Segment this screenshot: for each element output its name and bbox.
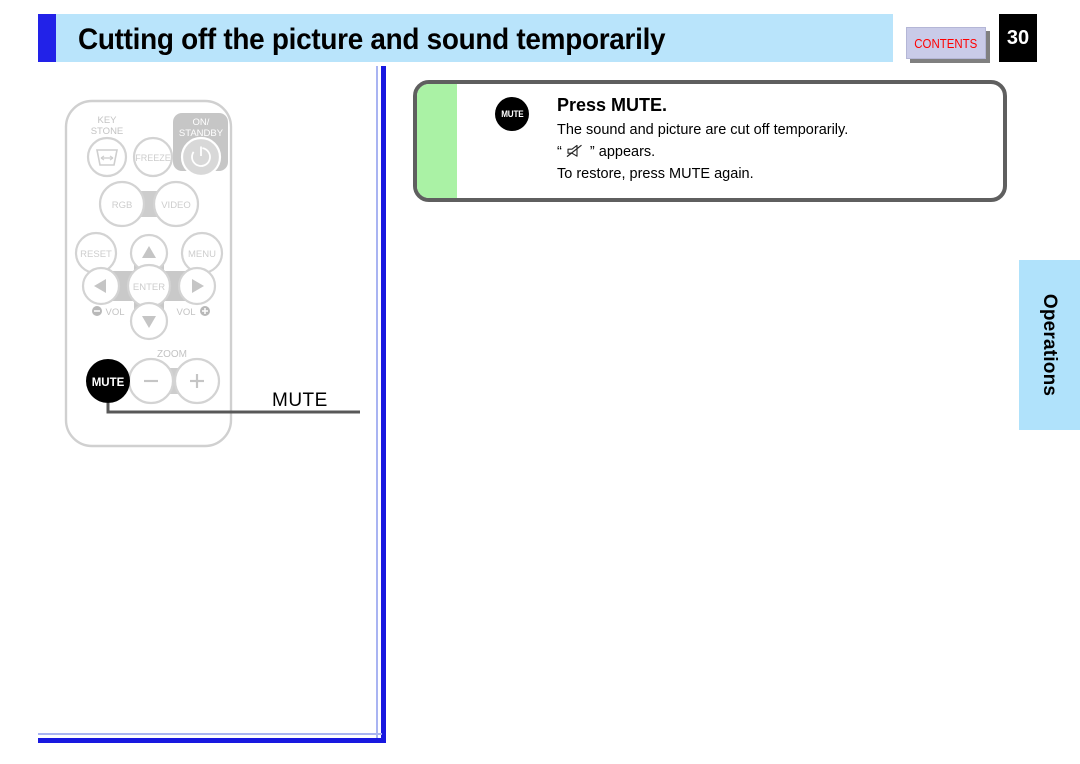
- panel-body: Press MUTE. The sound and picture are cu…: [557, 92, 993, 185]
- svg-text:RESET: RESET: [80, 249, 112, 260]
- side-tab-operations[interactable]: Operations: [1019, 260, 1080, 430]
- remote-control-illustration: KEY STONE ON/ STANDBY FREEZE RGB VIDEO R…: [60, 95, 380, 455]
- page-number-badge: 30: [999, 14, 1037, 62]
- svg-text:ENTER: ENTER: [133, 282, 165, 293]
- svg-text:VIDEO: VIDEO: [161, 200, 191, 211]
- frame-rule-vertical-thick: [381, 66, 386, 740]
- contents-button-label: CONTENTS: [914, 35, 978, 51]
- panel-heading: Press MUTE.: [557, 95, 668, 115]
- panel-line-3: To restore, press MUTE again.: [557, 166, 754, 182]
- mute-badge-label: MUTE: [500, 109, 524, 119]
- mute-callout-label: MUTE: [272, 390, 328, 411]
- panel-line-1: The sound and picture are cut off tempor…: [557, 122, 849, 138]
- frame-rule-horizontal-thin: [38, 733, 382, 735]
- header-accent-bar: [38, 14, 56, 62]
- speaker-muted-icon: [566, 144, 586, 159]
- svg-text:VOL: VOL: [105, 307, 124, 318]
- svg-text:VOL: VOL: [176, 307, 195, 318]
- quote-open: “: [557, 144, 562, 160]
- power-button: [180, 136, 222, 178]
- svg-text:MUTE: MUTE: [92, 377, 125, 389]
- contents-button[interactable]: CONTENTS: [906, 27, 986, 59]
- svg-text:MENU: MENU: [188, 249, 216, 260]
- svg-text:STONE: STONE: [91, 126, 124, 137]
- panel-line-2: “ ” appears.: [557, 141, 993, 163]
- svg-text:RGB: RGB: [112, 200, 133, 211]
- frame-rule-horizontal-thick: [38, 738, 386, 743]
- instruction-panel: MUTE Press MUTE. The sound and picture a…: [413, 80, 1007, 202]
- side-tab-label: Operations: [1039, 293, 1061, 397]
- svg-text:ZOOM: ZOOM: [157, 349, 187, 360]
- svg-text:KEY: KEY: [97, 115, 117, 126]
- page-title: Cutting off the picture and sound tempor…: [78, 23, 666, 56]
- svg-text:FREEZE: FREEZE: [135, 153, 171, 163]
- mute-badge-icon: MUTE: [495, 97, 529, 131]
- quote-close-and-appears: ” appears.: [589, 144, 656, 160]
- panel-accent-stripe: [417, 84, 457, 198]
- svg-text:ON/: ON/: [193, 117, 210, 128]
